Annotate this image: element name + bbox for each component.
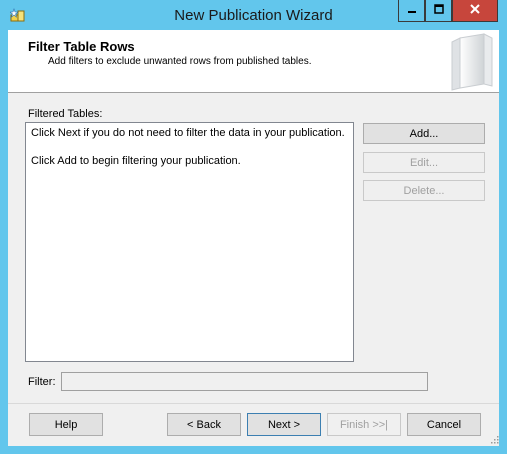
wizard-window: New Publication Wizard Filter Table Rows… (0, 0, 507, 454)
resize-grip-icon[interactable] (489, 434, 499, 444)
list-item: Click Add to begin filtering your public… (31, 155, 241, 167)
maximize-button[interactable] (425, 0, 452, 22)
finish-button[interactable]: Finish >>| (327, 413, 401, 436)
filter-label: Filter: (28, 376, 56, 388)
help-button[interactable]: Help (29, 413, 103, 436)
cancel-button[interactable]: Cancel (407, 413, 481, 436)
add-button[interactable]: Add... (363, 123, 485, 144)
publication-book-icon (440, 32, 496, 92)
back-button[interactable]: < Back (167, 413, 241, 436)
wizard-header: Filter Table Rows Add filters to exclude… (8, 30, 499, 93)
close-icon (469, 3, 481, 18)
wizard-client-area: Filter Table Rows Add filters to exclude… (8, 30, 499, 446)
next-button[interactable]: Next > (247, 413, 321, 436)
close-button[interactable] (452, 0, 498, 22)
filtered-tables-list[interactable]: Click Next if you do not need to filter … (25, 122, 354, 362)
page-title: Filter Table Rows (28, 39, 135, 54)
minimize-button[interactable] (398, 0, 425, 22)
minimize-icon (407, 4, 417, 17)
delete-button[interactable]: Delete... (363, 180, 485, 201)
title-bar[interactable]: New Publication Wizard (0, 0, 507, 30)
filtered-tables-label: Filtered Tables: (28, 108, 103, 120)
list-item: Click Next if you do not need to filter … (31, 127, 345, 139)
filter-field[interactable] (61, 372, 428, 391)
page-subtitle: Add filters to exclude unwanted rows fro… (48, 56, 312, 67)
edit-button[interactable]: Edit... (363, 152, 485, 173)
maximize-icon (433, 4, 444, 17)
